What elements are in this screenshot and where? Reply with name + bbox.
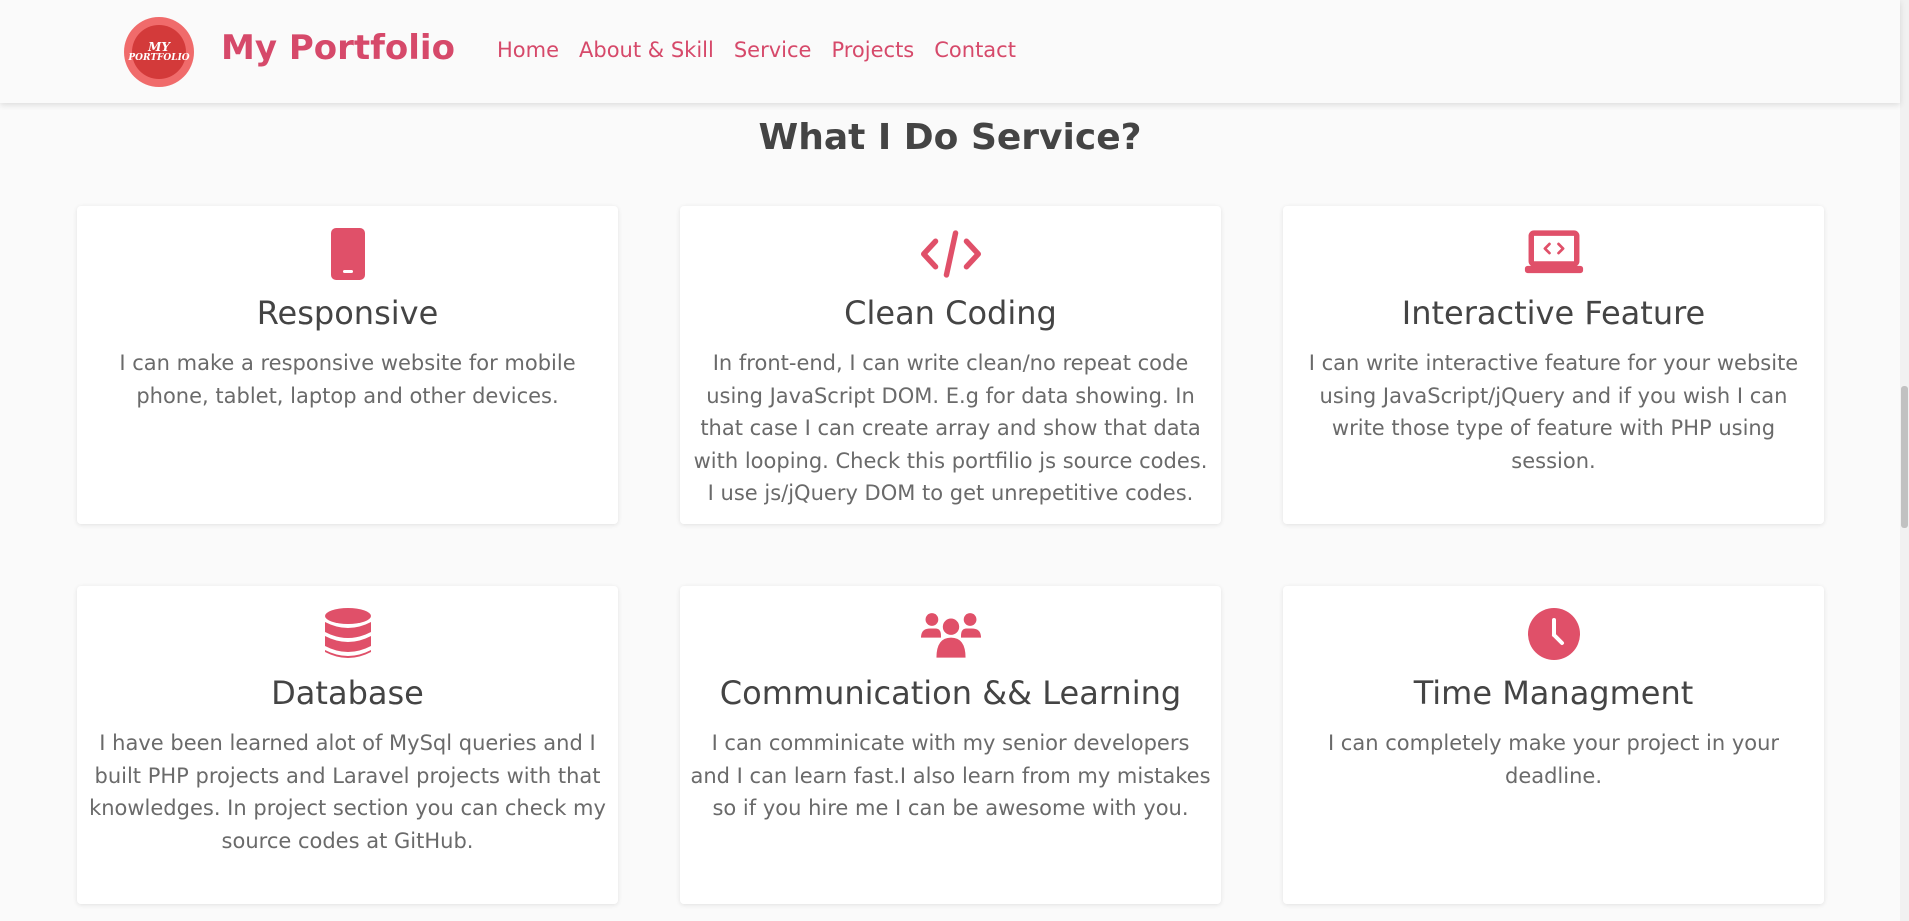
main-menu: Home About & Skill Service Projects Cont… [497,38,1016,62]
scrollbar[interactable] [1900,0,1909,921]
tablet-icon [318,226,378,282]
service-text: I can comminicate with my senior develop… [690,731,1211,820]
service-text: I have been learned alot of MySql querie… [89,731,606,853]
service-text: I can completely make your project in yo… [1327,731,1780,788]
nav-home[interactable]: Home [497,38,559,62]
database-icon [318,606,378,662]
service-title: Database [271,674,424,712]
service-card-responsive: Responsive I can make a responsive websi… [77,206,618,524]
service-card-database: Database I have been learned alot of MyS… [77,586,618,904]
service-title: Clean Coding [844,294,1057,332]
nav-contact[interactable]: Contact [934,38,1016,62]
service-card-clean-coding: Clean Coding In front-end, I can write c… [680,206,1221,524]
brand-title[interactable]: My Portfolio [221,28,455,68]
service-text: In front-end, I can write clean/no repea… [693,351,1208,505]
logo-text: MY PORTFOLIO [128,25,190,79]
service-card-time-managment: Time Managment I can completely make you… [1283,586,1824,904]
service-card-interactive-feature: Interactive Feature I can write interact… [1283,206,1824,524]
laptop-code-icon [1524,226,1584,282]
navbar: MY PORTFOLIO My Portfolio Home About & S… [0,0,1900,103]
nav-projects[interactable]: Projects [831,38,914,62]
service-title: Time Managment [1413,674,1694,712]
service-title: Interactive Feature [1401,294,1706,332]
service-text: I can make a responsive website for mobi… [119,351,576,408]
nav-service[interactable]: Service [734,38,812,62]
section-title: What I Do Service? [758,117,1142,158]
service-card-communication-learning: Communication && Learning I can comminic… [680,586,1221,904]
nav-about-skill[interactable]: About & Skill [579,38,714,62]
logo[interactable]: MY PORTFOLIO [124,17,194,87]
service-title: Responsive [256,294,439,332]
scrollbar-thumb[interactable] [1901,386,1908,528]
clock-icon [1524,606,1584,662]
code-icon [920,226,981,282]
service-title: Communication && Learning [719,674,1182,712]
users-icon [920,606,981,662]
service-text: I can write interactive feature for your… [1308,351,1799,473]
